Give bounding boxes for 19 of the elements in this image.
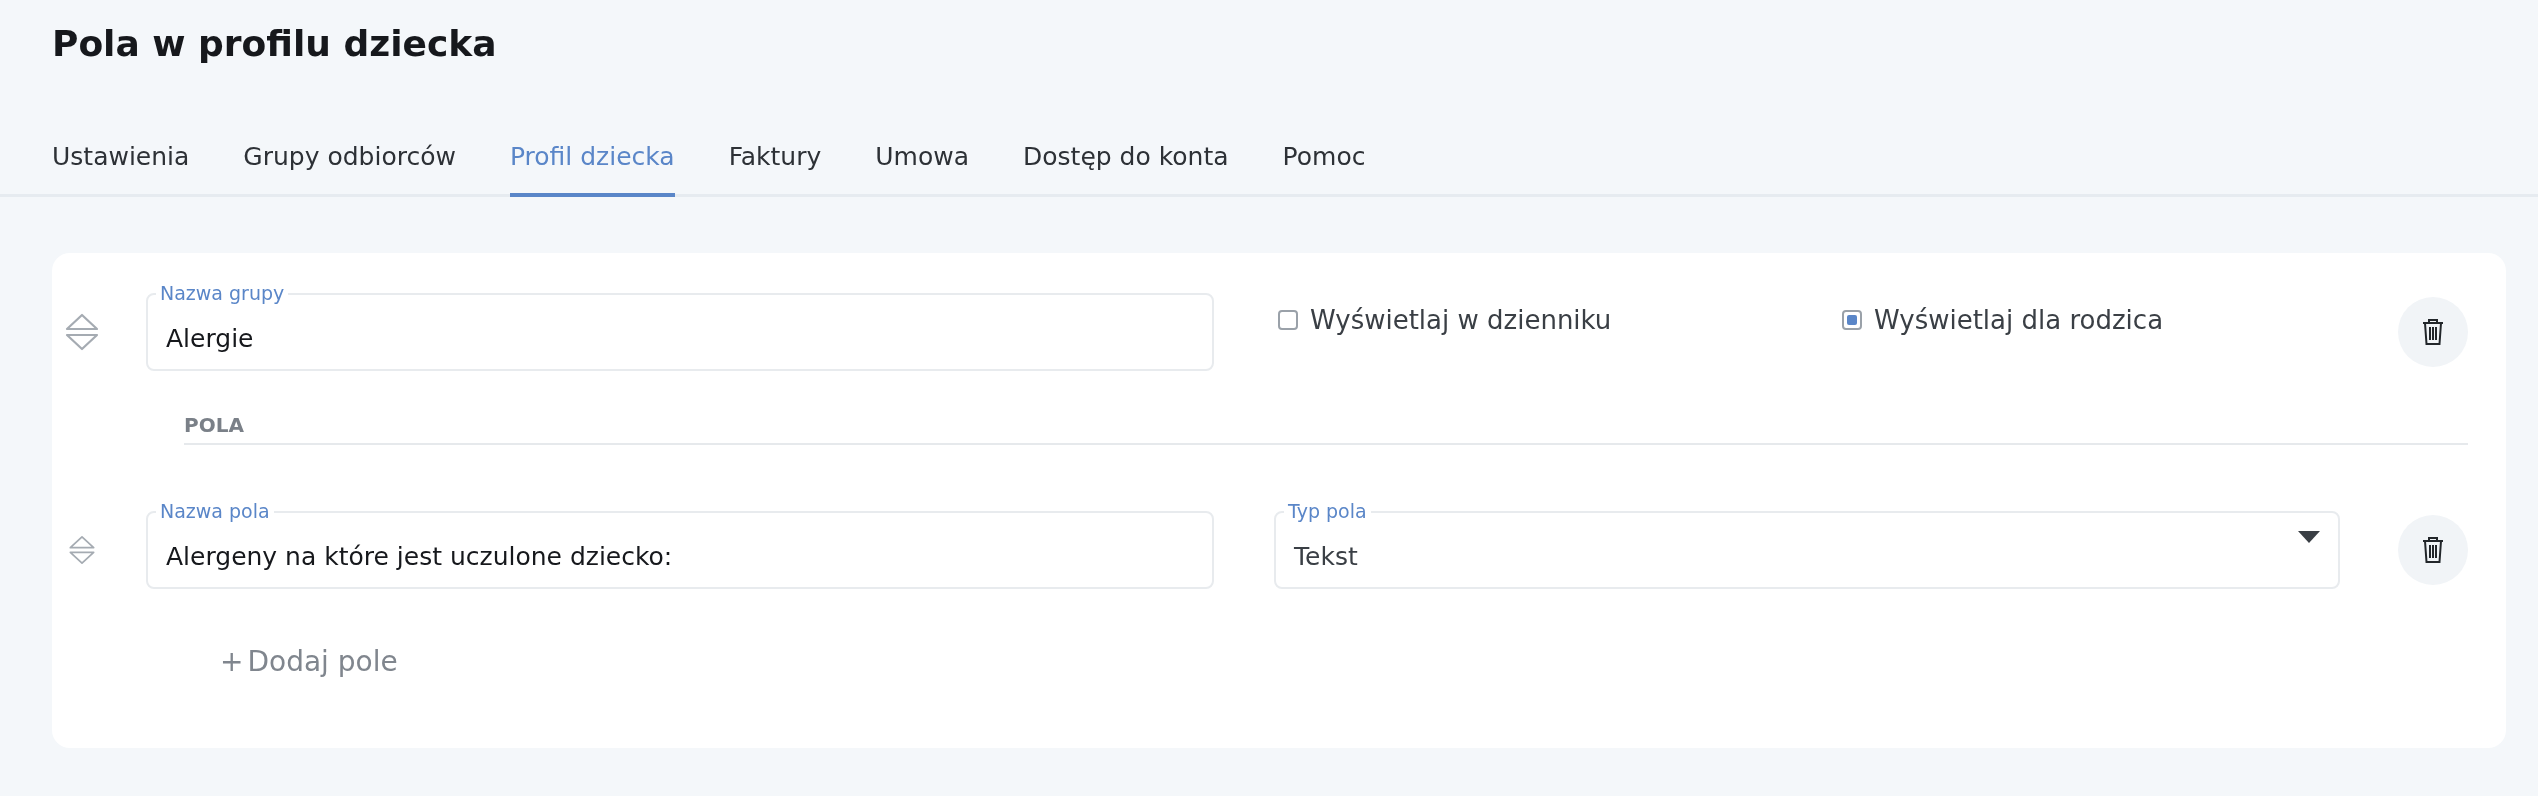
field-type-select[interactable]: Typ pola Tekst	[1274, 497, 2340, 589]
page-title: Pola w profilu dziecka	[52, 22, 498, 66]
tab[interactable]: Pomoc	[1282, 142, 1366, 197]
checkbox-label: Wyświetlaj w dzienniku	[1310, 305, 1612, 335]
group-name-field[interactable]: Nazwa grupy Alergie	[146, 279, 1214, 371]
checkbox[interactable]	[1842, 310, 1862, 330]
tab[interactable]: Faktury	[728, 142, 822, 197]
tab[interactable]: Umowa	[875, 142, 969, 197]
add-field-button[interactable]: +Dodaj pole	[220, 645, 398, 678]
tab[interactable]: Dostęp do konta	[1023, 142, 1229, 197]
tab[interactable]: Grupy odbiorców	[243, 142, 456, 197]
checkbox[interactable]	[1278, 310, 1298, 330]
field-name-field[interactable]: Nazwa pola Alergeny na które jest uczulone dziecko:	[146, 497, 1214, 589]
trash-icon	[2421, 536, 2445, 564]
tab[interactable]: Ustawienia	[52, 142, 190, 197]
caret-icon	[2298, 531, 2320, 543]
section-heading: POLA	[184, 413, 2468, 445]
checkbox-label: Wyświetlaj dla rodzica	[1874, 305, 2164, 335]
trash-icon	[2421, 318, 2445, 346]
